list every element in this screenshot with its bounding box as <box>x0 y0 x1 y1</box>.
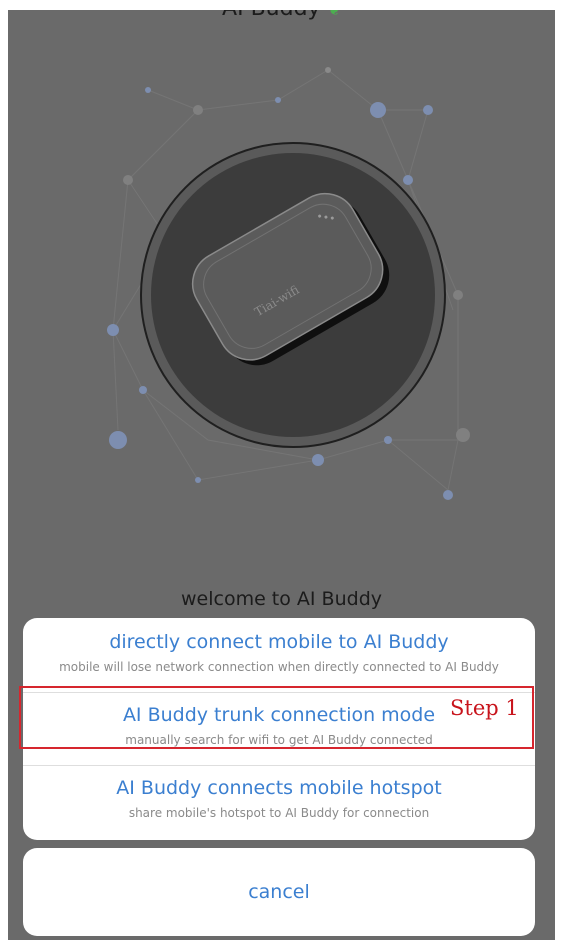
option-title: AI Buddy connects mobile hotspot <box>116 777 442 799</box>
step-annotation-label: Step 1 <box>450 696 519 720</box>
app-screen: AI Buddy ❦ <box>8 10 555 940</box>
welcome-text: welcome to AI Buddy <box>180 588 382 610</box>
option-title: directly connect mobile to AI Buddy <box>109 631 449 653</box>
option-mobile-hotspot[interactable]: AI Buddy connects mobile hotspot share m… <box>23 776 535 840</box>
divider <box>23 765 535 766</box>
network-illustration: Tiai-wifi <box>107 67 470 500</box>
cancel-button[interactable]: cancel <box>23 848 535 936</box>
option-subtitle: share mobile's hotspot to AI Buddy for c… <box>128 806 430 820</box>
option-direct-connect[interactable]: directly connect mobile to AI Buddy mobi… <box>23 630 535 694</box>
option-subtitle: mobile will lose network connection when… <box>59 660 499 674</box>
